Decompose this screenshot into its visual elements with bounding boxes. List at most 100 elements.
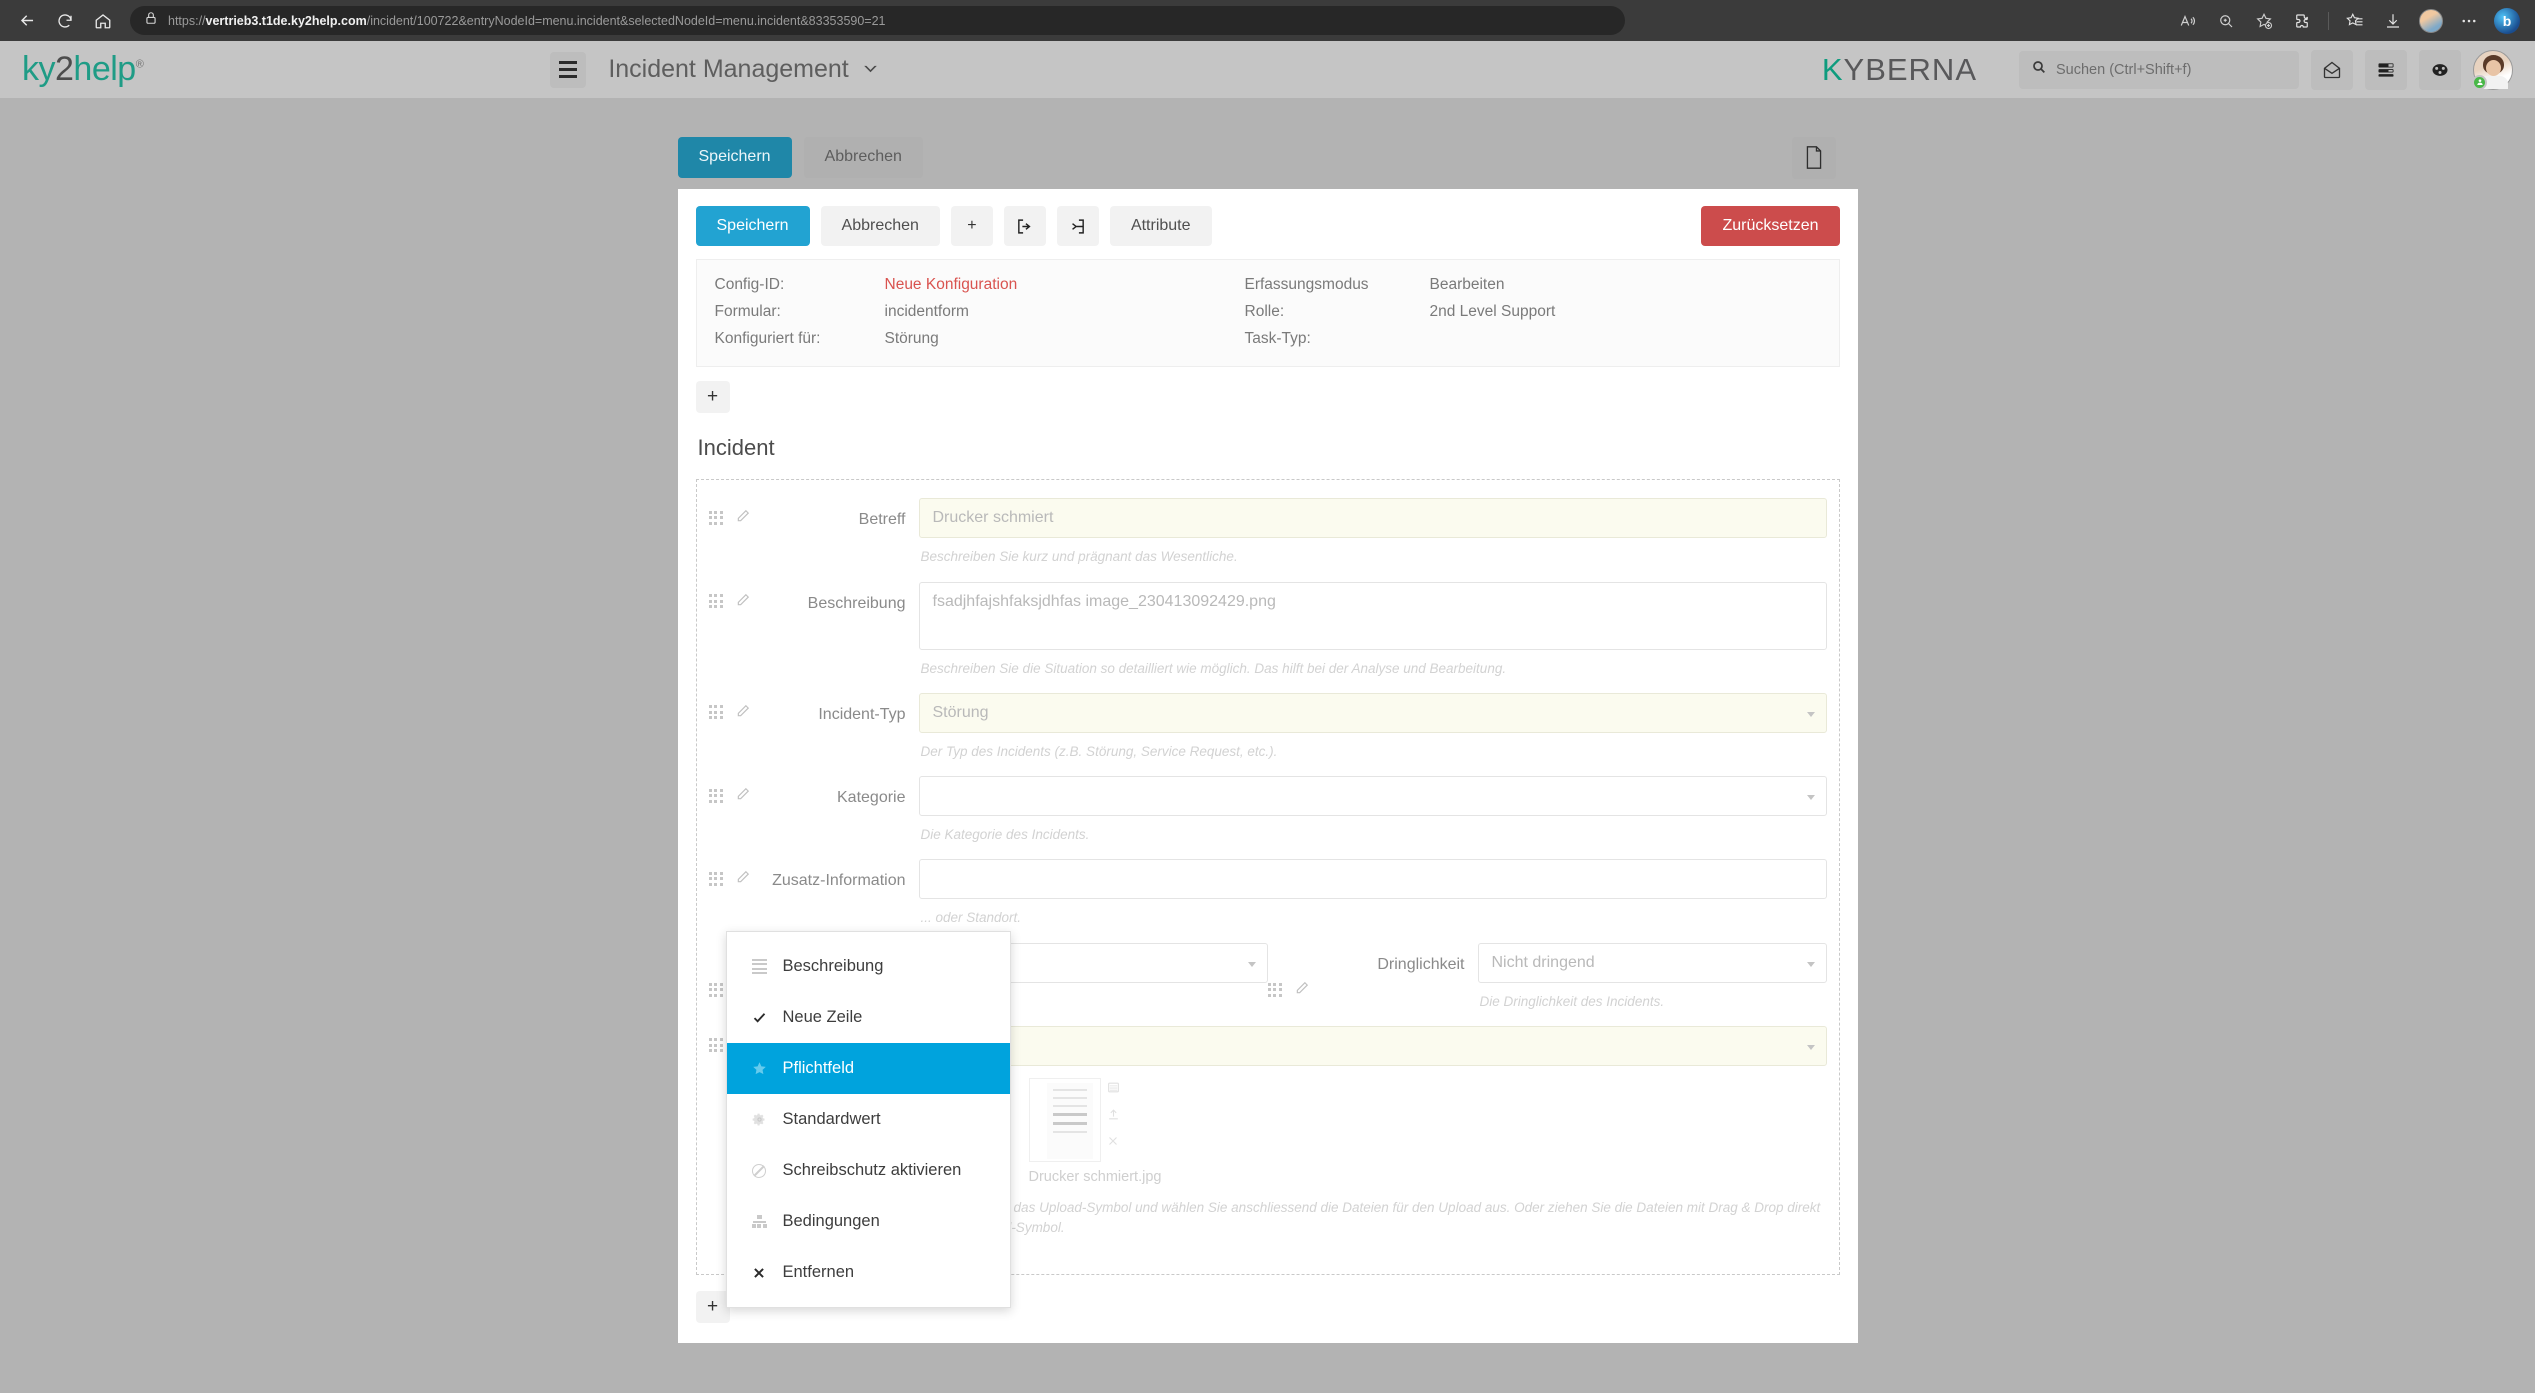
avatar[interactable] xyxy=(2473,50,2513,90)
attachment-thumbnail[interactable] xyxy=(1029,1078,1101,1162)
dringlichkeit-select[interactable]: Nicht dringend xyxy=(1478,943,1827,983)
field-handles-zusatz xyxy=(709,859,767,887)
cancel-button[interactable]: Abbrechen xyxy=(821,206,940,246)
field-handles-betreff xyxy=(709,498,767,526)
context-menu-item-beschreibung[interactable]: Beschreibung xyxy=(727,941,1010,992)
drag-handle-icon[interactable] xyxy=(709,872,723,886)
field-hint-incident-typ: Der Typ des Incidents (z.B. Störung, Ser… xyxy=(919,733,1827,776)
home-icon[interactable] xyxy=(86,6,120,36)
field-label-kategorie: Kategorie xyxy=(767,776,919,808)
delete-icon[interactable] xyxy=(1107,1135,1119,1150)
module-title-label: Incident Management xyxy=(608,55,848,84)
drag-handle-icon[interactable] xyxy=(709,594,723,608)
envelope-icon[interactable] xyxy=(2311,50,2353,90)
add-favorite-icon[interactable] xyxy=(2246,6,2282,36)
export-arrow-icon[interactable] xyxy=(1004,206,1046,246)
drag-handle-icon[interactable] xyxy=(709,705,723,719)
add-section-button[interactable]: + xyxy=(696,381,730,413)
document-icon[interactable] xyxy=(1792,137,1836,179)
incident-typ-select[interactable]: Störung xyxy=(919,693,1827,733)
kategorie-select[interactable] xyxy=(919,776,1827,816)
drag-handle-icon[interactable] xyxy=(709,511,723,525)
edit-pencil-icon[interactable] xyxy=(736,870,750,887)
zusatz-information-input[interactable] xyxy=(919,859,1827,899)
header-actions: KYBERNA Suchen (Ctrl+Shift+f) xyxy=(1822,50,2513,90)
task-list-icon[interactable] xyxy=(2365,50,2407,90)
save-button[interactable]: Speichern xyxy=(696,206,810,246)
drag-handle-icon[interactable] xyxy=(1268,983,1282,997)
extensions-icon[interactable] xyxy=(2284,6,2320,36)
beschreibung-textarea[interactable]: fsadjhfajshfaksjdhfas image_230413092429… xyxy=(919,582,1827,650)
drag-handle-icon[interactable] xyxy=(709,983,723,997)
add-button[interactable]: + xyxy=(951,206,993,246)
back-arrow-icon[interactable] xyxy=(10,6,44,36)
context-menu-label: Beschreibung xyxy=(783,957,884,976)
logo-help: help xyxy=(73,50,135,88)
betreff-input[interactable]: Drucker schmiert xyxy=(919,498,1827,538)
logo-ky: ky xyxy=(22,50,55,88)
drag-handle-icon[interactable] xyxy=(709,1038,723,1052)
attachment-select[interactable] xyxy=(919,1026,1827,1066)
context-menu-item-entfernen[interactable]: Entfernen xyxy=(727,1247,1010,1298)
field-row-kategorie: Kategorie Die Kategorie des Incidents. xyxy=(697,776,1839,859)
field-handles-beschreibung xyxy=(709,582,767,610)
context-menu-label: Schreibschutz aktivieren xyxy=(783,1161,962,1180)
field-label-zusatz-information: Zusatz-Information xyxy=(767,859,919,891)
collections-icon[interactable] xyxy=(2337,6,2373,36)
browser-toolbar: https://vertrieb3.t1de.ky2help.com/incid… xyxy=(0,0,2535,41)
edit-pencil-icon[interactable] xyxy=(736,787,750,804)
field-handles-incident-typ xyxy=(709,693,767,721)
reload-icon[interactable] xyxy=(48,6,82,36)
edit-pencil-icon[interactable] xyxy=(736,593,750,610)
form-value: incidentform xyxy=(885,303,1245,321)
dashboard-icon[interactable] xyxy=(2419,50,2461,90)
copilot-icon[interactable]: b xyxy=(2489,6,2525,36)
context-menu-item-standardwert[interactable]: Standardwert xyxy=(727,1094,1010,1145)
field-control-attachments: ...30924... xyxy=(919,1026,1827,1253)
save-button-top[interactable]: Speichern xyxy=(678,137,792,177)
field-hint-attachments: Klicken Sie auf das Upload-Symbol und wä… xyxy=(919,1189,1827,1253)
cancel-button-top[interactable]: Abbrechen xyxy=(804,137,923,177)
module-selector[interactable]: Incident Management xyxy=(608,55,877,84)
context-menu-label: Standardwert xyxy=(783,1110,881,1129)
reset-button[interactable]: Zurücksetzen xyxy=(1701,206,1839,246)
edit-pencil-icon[interactable] xyxy=(1295,981,1309,998)
edit-pencil-icon[interactable] xyxy=(736,509,750,526)
list-icon[interactable] xyxy=(1107,1081,1120,1097)
ky2help-logo: ky2help® xyxy=(22,50,155,89)
field-label-beschreibung: Beschreibung xyxy=(767,582,919,614)
downloads-icon[interactable] xyxy=(2375,6,2411,36)
hamburger-menu-icon[interactable] xyxy=(550,52,586,88)
context-menu-item-bedingungen[interactable]: Bedingungen xyxy=(727,1196,1010,1247)
add-field-button-bottom[interactable]: + xyxy=(696,1291,730,1323)
chevron-down-icon xyxy=(863,61,878,79)
context-menu-item-neue-zeile[interactable]: Neue Zeile xyxy=(727,992,1010,1043)
field-hint-dringlichkeit: Die Dringlichkeit des Incidents. xyxy=(1478,983,1827,1026)
no-entry-icon xyxy=(751,1164,768,1178)
attributes-button[interactable]: Attribute xyxy=(1110,206,1212,246)
import-arrow-icon[interactable] xyxy=(1057,206,1099,246)
field-label-incident-typ: Incident-Typ xyxy=(767,693,919,725)
list-item[interactable]: Drucker schmiert.jpg xyxy=(1029,1078,1125,1185)
profile-avatar-icon[interactable] xyxy=(2413,6,2449,36)
field-control-kategorie: Die Kategorie des Incidents. xyxy=(919,776,1827,859)
search-input[interactable]: Suchen (Ctrl+Shift+f) xyxy=(2019,51,2299,89)
address-bar[interactable]: https://vertrieb3.t1de.ky2help.com/incid… xyxy=(130,6,1625,35)
page-body: Speichern Abbrechen Speichern Abbrechen … xyxy=(0,98,2535,1393)
field-handles-kategorie xyxy=(709,776,767,804)
upload-icon[interactable] xyxy=(1107,1108,1120,1124)
field-hint-zusatz-information: ... oder Standort. xyxy=(919,899,1827,942)
zoom-icon[interactable] xyxy=(2208,6,2244,36)
field-control-dringlichkeit: Nicht dringend Die Dringlichkeit des Inc… xyxy=(1478,943,1827,1026)
edit-pencil-icon[interactable] xyxy=(736,704,750,721)
field-handles-dringlichkeit xyxy=(1268,943,1326,1026)
read-aloud-icon[interactable] xyxy=(2170,6,2206,36)
context-menu-item-pflichtfeld[interactable]: Pflichtfeld xyxy=(727,1043,1010,1094)
context-menu-item-schreibschutz[interactable]: Schreibschutz aktivieren xyxy=(727,1145,1010,1196)
add-section-row: + xyxy=(678,367,1858,419)
attachment-list: ...30924... xyxy=(919,1066,1827,1189)
search-placeholder: Suchen (Ctrl+Shift+f) xyxy=(2056,62,2191,78)
more-options-icon[interactable] xyxy=(2451,6,2487,36)
online-status-icon xyxy=(2472,75,2487,90)
drag-handle-icon[interactable] xyxy=(709,789,723,803)
